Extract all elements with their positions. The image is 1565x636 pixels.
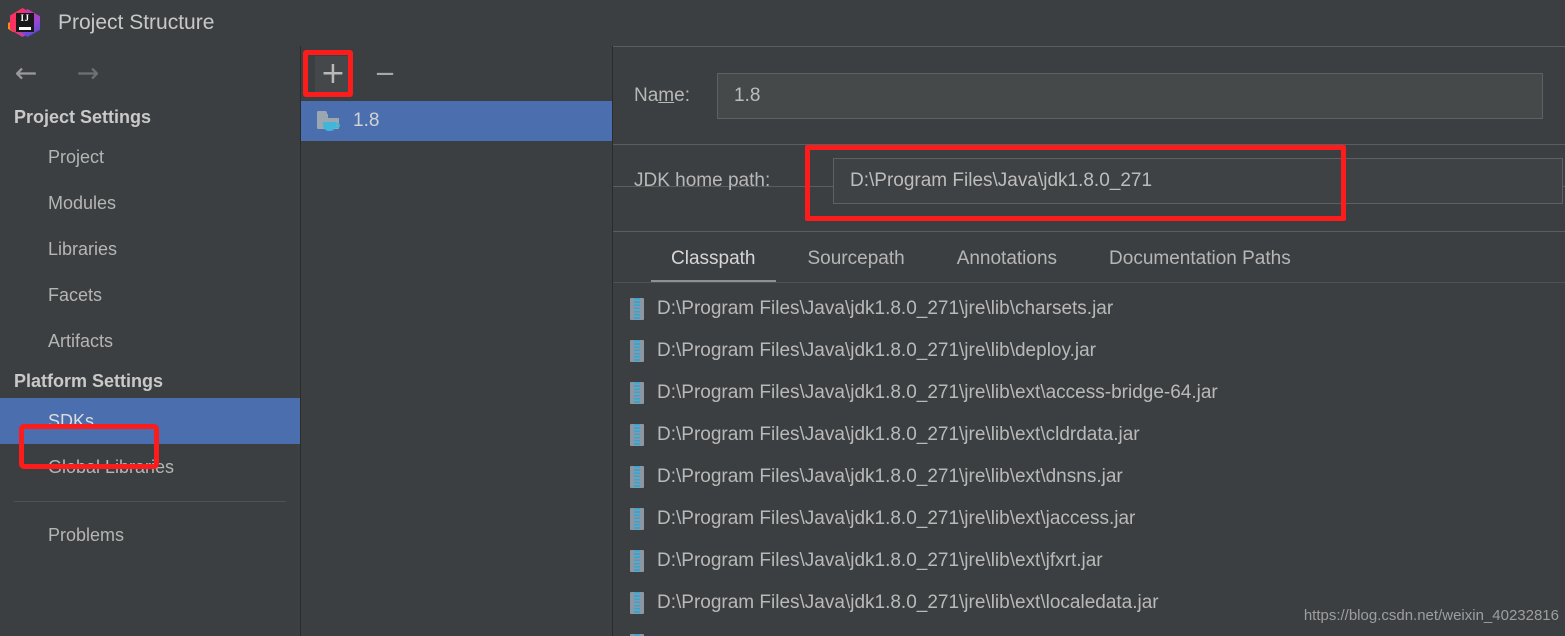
classpath-list[interactable]: D:\Program Files\Java\jdk1.8.0_271\jre\l… xyxy=(613,288,1565,636)
jdk-folder-icon xyxy=(317,111,341,131)
classpath-row-label: D:\Program Files\Java\jdk1.8.0_271\jre\l… xyxy=(657,340,1096,361)
classpath-row[interactable]: D:\Program Files\Java\jdk1.8.0_271\jre\l… xyxy=(613,330,1565,372)
classpath-row[interactable]: D:\Program Files\Java\jdk1.8.0_271\jre\l… xyxy=(613,498,1565,540)
name-field-row: Name: 1.8 xyxy=(613,72,1565,120)
sidebar-item-global-libraries[interactable]: Global Libraries xyxy=(0,444,300,490)
classpath-row-label: D:\Program Files\Java\jdk1.8.0_271\jre\l… xyxy=(657,424,1140,445)
detail-tabs: Classpath Sourcepath Annotations Documen… xyxy=(613,235,1565,283)
navigation-toolbar: ← → xyxy=(0,46,300,100)
jar-file-icon xyxy=(629,424,645,446)
sidebar-divider xyxy=(14,501,286,502)
jar-file-icon xyxy=(629,466,645,488)
classpath-row-label: D:\Program Files\Java\jdk1.8.0_271\jre\l… xyxy=(657,298,1114,319)
tab-annotations[interactable]: Annotations xyxy=(931,235,1083,283)
back-arrow-icon[interactable]: ← xyxy=(10,59,42,87)
detail-rule-top xyxy=(613,46,1565,47)
sidebar-group-header-project-settings: Project Settings xyxy=(14,107,152,127)
project-structure-dialog: IJ Project Structure ← → Project Setting… xyxy=(0,0,1565,636)
remove-sdk-button[interactable]: − xyxy=(367,56,403,92)
classpath-row[interactable]: D:\Program Files\Java\jdk1.8.0_271\jre\l… xyxy=(613,456,1565,498)
forward-arrow-icon[interactable]: → xyxy=(72,59,104,87)
settings-sidebar: ← → Project Settings Project Modules Lib… xyxy=(0,46,300,636)
classpath-row-label: D:\Program Files\Java\jdk1.8.0_271\jre\l… xyxy=(657,466,1123,487)
classpath-row-label: D:\Program Files\Java\jdk1.8.0_271\jre\l… xyxy=(657,592,1159,613)
classpath-row-label: D:\Program Files\Java\jdk1.8.0_271\jre\l… xyxy=(657,550,1103,571)
classpath-row[interactable]: D:\Program Files\Java\jdk1.8.0_271\jre\l… xyxy=(613,288,1565,330)
sidebar-item-project[interactable]: Project xyxy=(0,134,300,180)
classpath-row-label: D:\Program Files\Java\jdk1.8.0_271\jre\l… xyxy=(657,382,1218,403)
jar-file-icon xyxy=(629,298,645,320)
jdk-home-path-label: JDK home path: xyxy=(634,170,771,191)
intellij-idea-logo-icon: IJ xyxy=(8,6,42,40)
tab-classpath[interactable]: Classpath xyxy=(645,235,782,283)
sdk-detail-panel: Name: 1.8 JDK home path: D:\Program File… xyxy=(613,46,1565,636)
sdk-list-toolbar: + − xyxy=(301,46,612,101)
jar-file-icon xyxy=(629,340,645,362)
sidebar-item-modules[interactable]: Modules xyxy=(0,180,300,226)
window-title: Project Structure xyxy=(58,11,215,34)
jar-file-icon xyxy=(629,592,645,614)
sidebar-item-facets[interactable]: Facets xyxy=(0,272,300,318)
tab-sourcepath[interactable]: Sourcepath xyxy=(782,235,931,283)
jar-file-icon xyxy=(629,550,645,572)
jar-file-icon xyxy=(629,382,645,404)
classpath-row-label: D:\Program Files\Java\jdk1.8.0_271\jre\l… xyxy=(657,508,1136,529)
detail-rule-3 xyxy=(613,231,1565,232)
name-field-label: Name: xyxy=(634,85,690,106)
jdk-home-path-field-row: JDK home path: D:\Program Files\Java\jdk… xyxy=(613,157,1565,205)
sidebar-group-header-platform-settings: Platform Settings xyxy=(14,371,164,391)
sdk-list-item[interactable]: 1.8 xyxy=(301,101,612,141)
title-bar: IJ Project Structure xyxy=(0,0,1565,46)
add-sdk-button[interactable]: + xyxy=(315,55,351,92)
classpath-row[interactable]: D:\Program Files\Java\jdk1.8.0_271\jre\l… xyxy=(613,624,1565,636)
classpath-row[interactable]: D:\Program Files\Java\jdk1.8.0_271\jre\l… xyxy=(613,540,1565,582)
sidebar-item-libraries[interactable]: Libraries xyxy=(0,226,300,272)
sidebar-item-problems[interactable]: Problems xyxy=(0,512,300,558)
tabs-underline xyxy=(613,282,1565,283)
name-input[interactable]: 1.8 xyxy=(717,73,1543,119)
tab-documentation-paths[interactable]: Documentation Paths xyxy=(1083,235,1317,283)
sidebar-item-sdks[interactable]: SDKs xyxy=(0,398,300,444)
jar-file-icon xyxy=(629,508,645,530)
classpath-row[interactable]: D:\Program Files\Java\jdk1.8.0_271\jre\l… xyxy=(613,372,1565,414)
sdk-list-panel: + − 1.8 xyxy=(301,46,612,636)
jdk-home-path-input[interactable]: D:\Program Files\Java\jdk1.8.0_271 xyxy=(833,158,1563,204)
sdk-list-item-label: 1.8 xyxy=(353,110,380,131)
sidebar-item-artifacts[interactable]: Artifacts xyxy=(0,318,300,364)
detail-rule-1 xyxy=(613,144,1565,145)
classpath-row[interactable]: D:\Program Files\Java\jdk1.8.0_271\jre\l… xyxy=(613,414,1565,456)
watermark-text: https://blog.csdn.net/weixin_40232816 xyxy=(1303,607,1559,624)
